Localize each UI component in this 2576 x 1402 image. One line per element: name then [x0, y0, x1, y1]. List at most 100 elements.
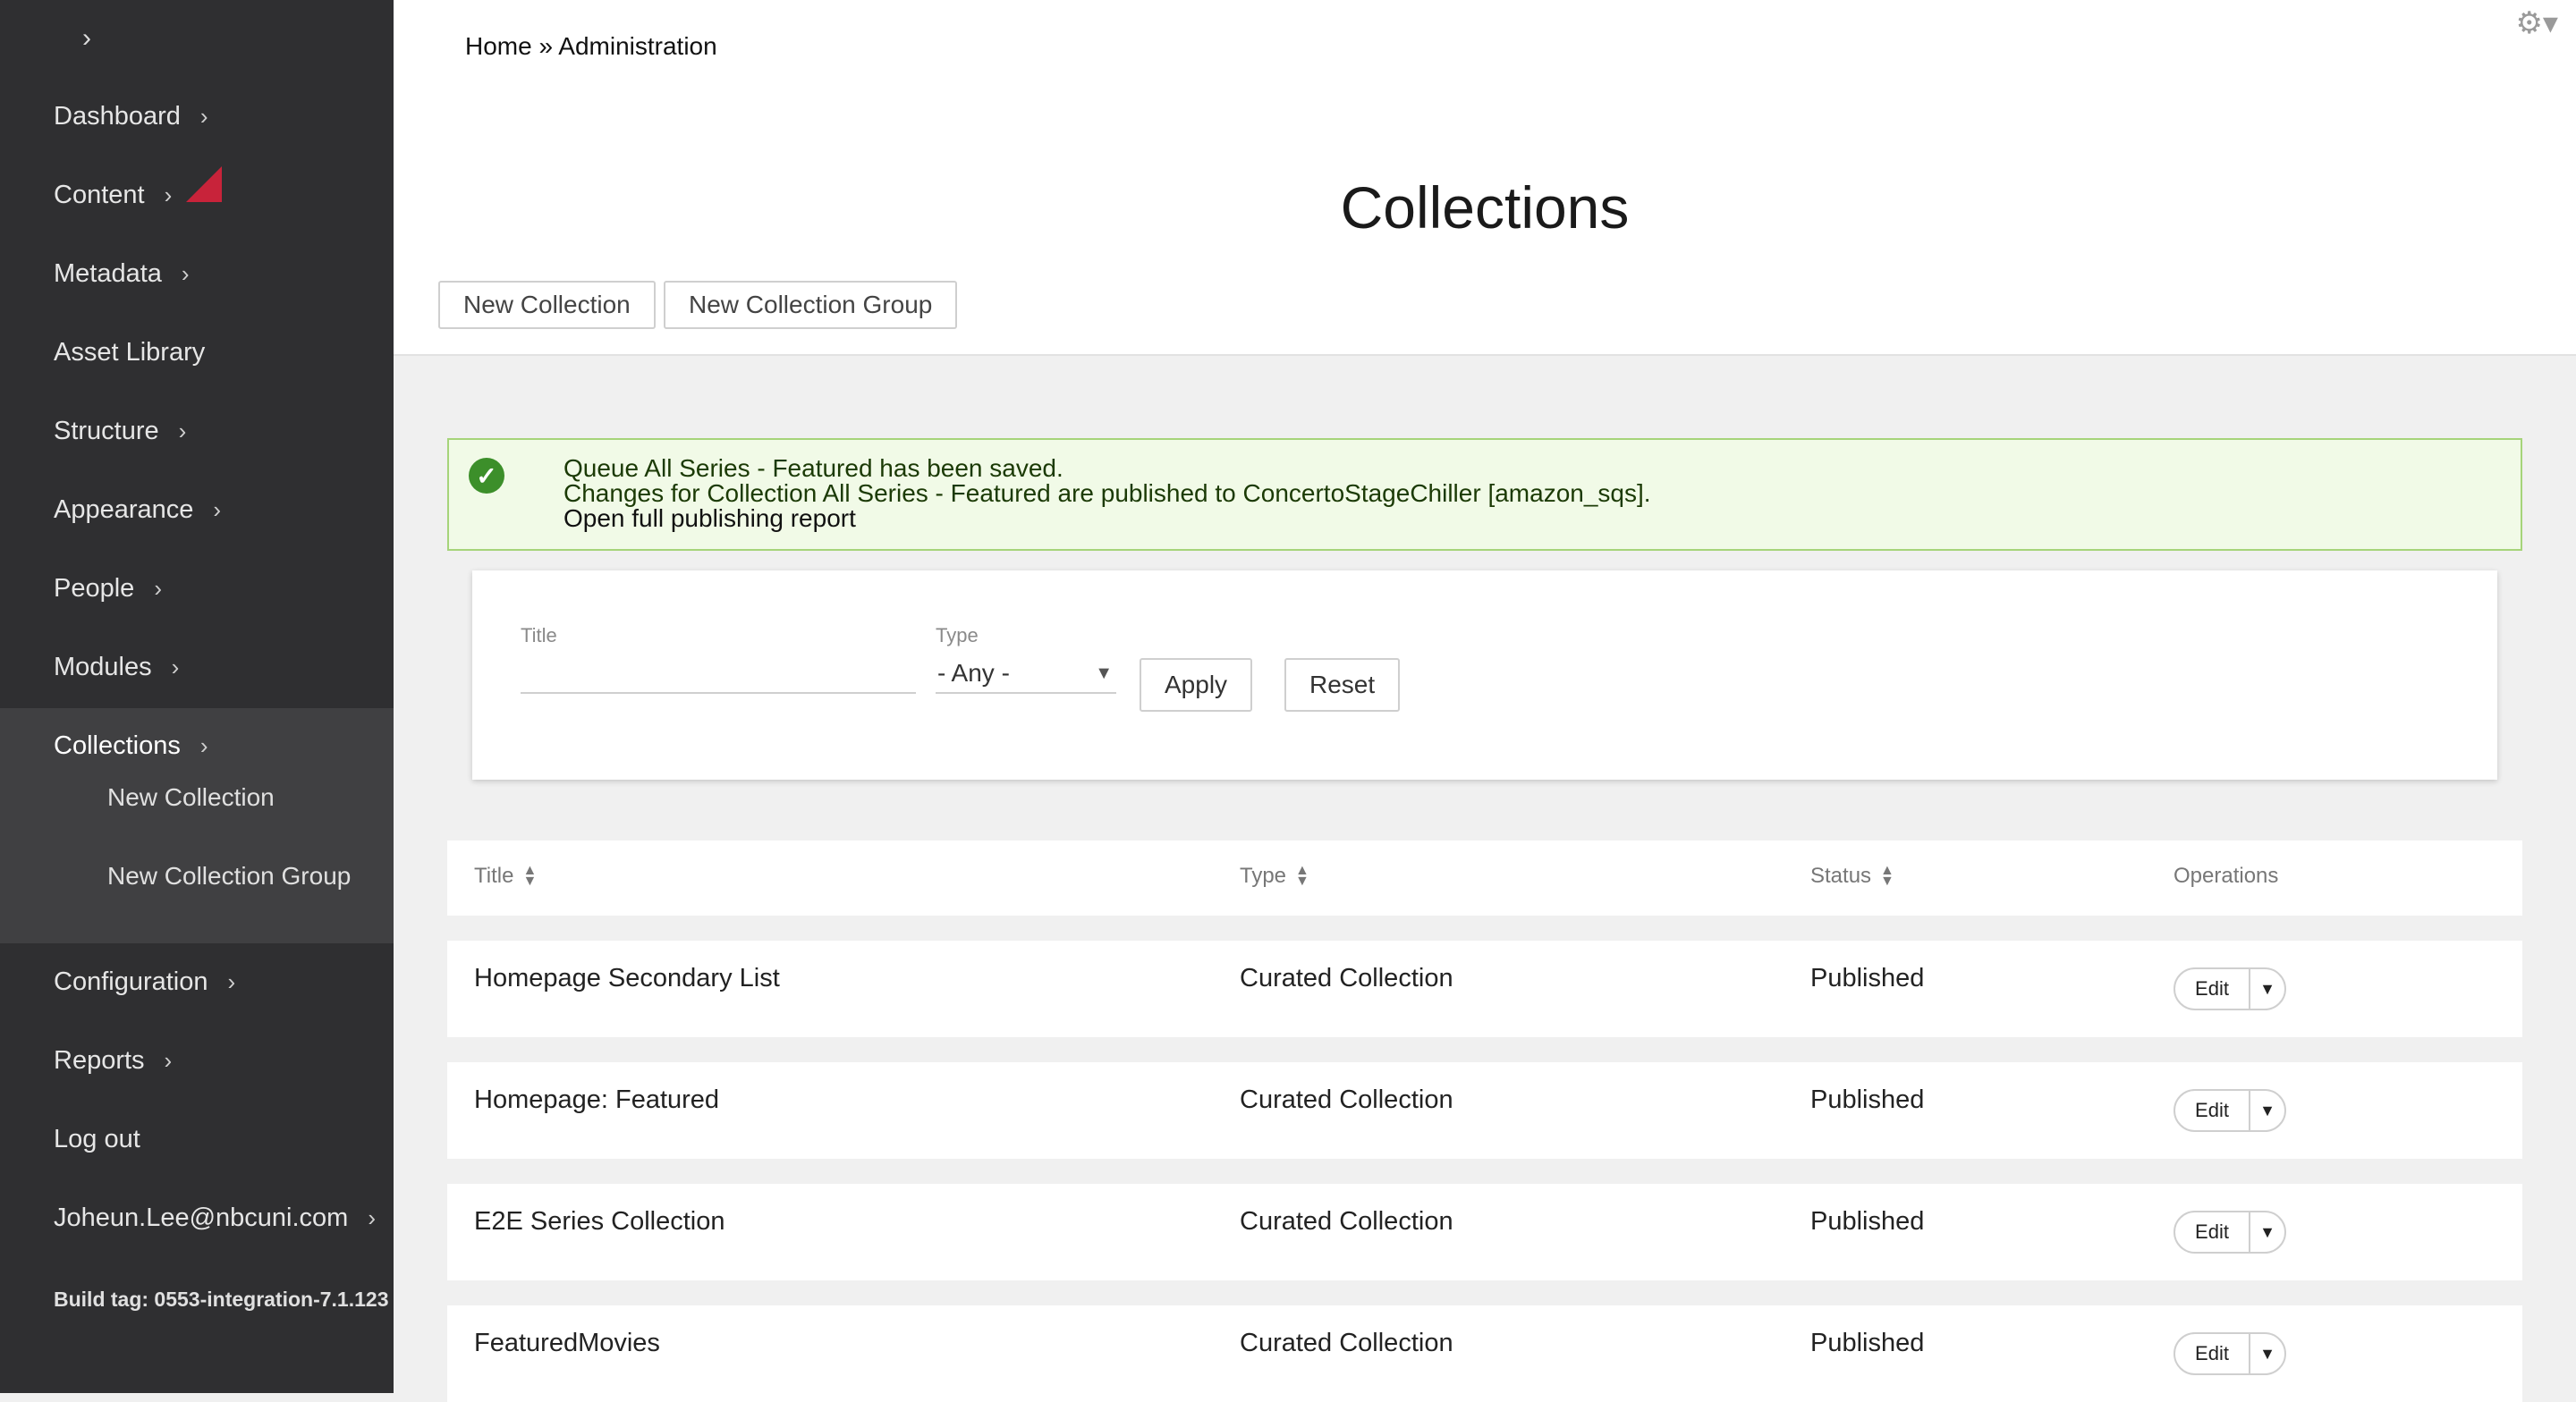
operations-dropbutton: Edit ▼	[2174, 1332, 2286, 1375]
sidebar-item-metadata[interactable]: Metadata ›	[54, 259, 190, 289]
row-title: Homepage: Featured	[474, 1085, 720, 1114]
breadcrumb[interactable]: Home » Administration	[465, 32, 717, 61]
sidebar: › Dashboard › Content › Metadata › Asset…	[0, 0, 394, 1393]
chevron-right-icon: ›	[199, 732, 208, 759]
sidebar-item-collections[interactable]: Collections ›	[54, 731, 208, 761]
sidebar-item-label: Joheun.Lee@nbcuni.com	[54, 1204, 349, 1232]
chevron-right-icon: ›	[164, 1047, 173, 1074]
apply-button[interactable]: Apply	[1140, 658, 1253, 712]
caret-down-icon[interactable]: ▼	[2250, 980, 2284, 999]
sidebar-item-appearance[interactable]: Appearance ›	[54, 495, 221, 525]
column-header-label: Title	[474, 864, 514, 888]
column-header-operations: Operations	[2174, 864, 2278, 889]
sidebar-item-label: Metadata	[54, 259, 162, 288]
chevron-right-icon: ›	[227, 968, 236, 995]
edit-button[interactable]: Edit	[2175, 1212, 2250, 1252]
chevron-right-icon: ›	[154, 575, 162, 602]
sidebar-item-content[interactable]: Content ›	[54, 181, 172, 210]
chevron-right-icon: ›	[368, 1204, 376, 1231]
edit-button[interactable]: Edit	[2175, 1334, 2250, 1373]
row-status: Published	[1810, 964, 1925, 992]
column-header-label: Operations	[2174, 864, 2279, 888]
table-header: Title ▲ ▼ Type ▲ ▼ Status ▲ ▼ Operations	[447, 840, 2522, 916]
row-type: Curated Collection	[1240, 1207, 1453, 1236]
sidebar-item-modules[interactable]: Modules ›	[54, 653, 179, 682]
column-header-type[interactable]: Type ▲ ▼	[1240, 864, 1309, 889]
row-status: Published	[1810, 1085, 1925, 1114]
sidebar-subitem-new-collection-group[interactable]: New Collection Group	[107, 862, 351, 891]
page-header: Home » Administration ⚙▾ Collections New…	[394, 0, 2576, 356]
filter-panel: Title Type - Any - ▼ Apply Reset	[472, 570, 2497, 780]
row-type: Curated Collection	[1240, 1085, 1453, 1114]
sidebar-toggle-icon[interactable]: ›	[82, 23, 91, 54]
sidebar-item-label: Structure	[54, 417, 159, 445]
chevron-right-icon: ›	[171, 654, 180, 680]
edit-button[interactable]: Edit	[2175, 1091, 2250, 1130]
column-header-label: Type	[1240, 864, 1287, 888]
sort-icon: ▲ ▼	[522, 863, 538, 889]
sidebar-item-label: Appearance	[54, 495, 194, 524]
title-filter-label: Title	[521, 624, 557, 646]
row-title: Homepage Secondary List	[474, 964, 780, 992]
sidebar-item-label: Log out	[54, 1125, 140, 1153]
table-row: Homepage: Featured Curated Collection Pu…	[447, 1062, 2522, 1159]
sidebar-item-people[interactable]: People ›	[54, 574, 162, 604]
sidebar-item-label: Dashboard	[54, 102, 181, 131]
new-collection-group-button[interactable]: New Collection Group	[664, 281, 958, 329]
page-title: Collections	[1340, 174, 1630, 241]
edit-button[interactable]: Edit	[2175, 969, 2250, 1009]
caret-down-icon: ▼	[1095, 663, 1113, 683]
chevron-right-icon: ›	[178, 418, 187, 444]
gear-icon[interactable]: ⚙▾	[2515, 5, 2558, 41]
row-type: Curated Collection	[1240, 964, 1453, 992]
row-status: Published	[1810, 1329, 1925, 1357]
chevron-right-icon: ›	[199, 103, 208, 130]
table-row: E2E Series Collection Curated Collection…	[447, 1184, 2522, 1280]
sidebar-subitem-new-collection[interactable]: New Collection	[107, 783, 275, 812]
table-row: Homepage Secondary List Curated Collecti…	[447, 941, 2522, 1037]
chevron-right-icon: ›	[213, 496, 222, 523]
sidebar-item-label: Content	[54, 181, 145, 209]
publishing-report-link[interactable]: Open full publishing report	[564, 506, 1651, 531]
reset-button[interactable]: Reset	[1284, 658, 1401, 712]
sidebar-item-logout[interactable]: Log out	[54, 1125, 140, 1154]
status-message: ✓ Queue All Series - Featured has been s…	[447, 438, 2522, 551]
caret-down-icon[interactable]: ▼	[2250, 1102, 2284, 1120]
row-title: FeaturedMovies	[474, 1329, 660, 1357]
new-collection-button[interactable]: New Collection	[438, 281, 656, 329]
title-filter-input[interactable]	[521, 655, 916, 694]
sidebar-item-dashboard[interactable]: Dashboard ›	[54, 102, 208, 131]
operations-dropbutton: Edit ▼	[2174, 967, 2286, 1010]
sidebar-item-reports[interactable]: Reports ›	[54, 1046, 172, 1076]
caret-down-icon[interactable]: ▼	[2250, 1345, 2284, 1364]
sidebar-item-label: Configuration	[54, 967, 208, 996]
message-line: Changes for Collection All Series - Feat…	[564, 479, 1651, 507]
chevron-right-icon: ›	[164, 182, 173, 208]
row-status: Published	[1810, 1207, 1925, 1236]
sidebar-item-asset-library[interactable]: Asset Library	[54, 338, 205, 367]
sort-icon: ▲ ▼	[1295, 863, 1309, 889]
sort-icon: ▲ ▼	[1880, 863, 1894, 889]
sidebar-item-label: Asset Library	[54, 338, 206, 367]
sidebar-item-label: Modules	[54, 653, 152, 681]
sidebar-item-label: Collections	[54, 731, 181, 760]
content-flag-icon	[186, 166, 222, 202]
type-filter-value: - Any -	[937, 659, 1010, 687]
operations-dropbutton: Edit ▼	[2174, 1089, 2286, 1132]
type-filter-label: Type	[936, 624, 979, 646]
check-circle-icon: ✓	[469, 458, 504, 494]
column-header-title[interactable]: Title ▲ ▼	[474, 864, 537, 889]
table-row: FeaturedMovies Curated Collection Publis…	[447, 1305, 2522, 1402]
type-filter-select[interactable]: - Any - ▼	[936, 655, 1116, 694]
sidebar-item-configuration[interactable]: Configuration ›	[54, 967, 235, 997]
caret-down-icon[interactable]: ▼	[2250, 1223, 2284, 1242]
sidebar-item-label: Reports	[54, 1046, 145, 1075]
chevron-right-icon: ›	[181, 260, 190, 287]
column-header-status[interactable]: Status ▲ ▼	[1810, 864, 1894, 889]
sidebar-item-user[interactable]: Joheun.Lee@nbcuni.com ›	[54, 1204, 376, 1233]
sidebar-item-structure[interactable]: Structure ›	[54, 417, 186, 446]
build-tag: Build tag: 0553-integration-7.1.123	[54, 1288, 389, 1311]
operations-dropbutton: Edit ▼	[2174, 1211, 2286, 1254]
row-type: Curated Collection	[1240, 1329, 1453, 1357]
column-header-label: Status	[1810, 864, 1872, 888]
